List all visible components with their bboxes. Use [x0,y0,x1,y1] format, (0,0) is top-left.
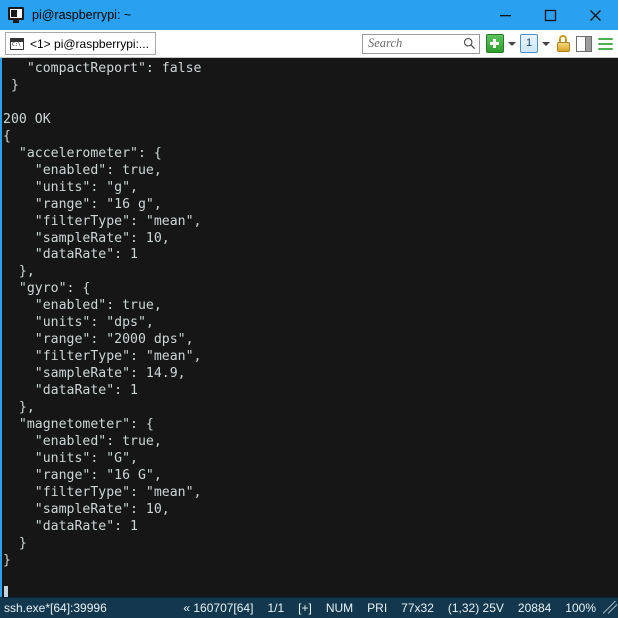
terminal-line: "range": "16 G", [3,467,162,483]
terminal-line: } [3,552,11,568]
chevron-down-icon [508,41,516,46]
split-panel-icon [576,35,592,52]
terminal-line: "filterType": "mean", [3,349,202,365]
close-icon [590,9,601,21]
console-icon [10,37,24,50]
status-cell[interactable]: 100% [558,598,603,618]
terminal-line: "units": "g", [3,179,138,195]
padlock-icon [556,35,571,52]
window-controls [483,0,618,30]
tab-console-1[interactable]: <1> pi@raspberrypi:... [5,32,156,55]
terminal-line: "units": "dps", [3,315,154,331]
status-cell[interactable]: PRI [360,598,394,618]
menu-button[interactable] [596,35,614,53]
conemu-window: pi@raspberrypi: ~ <1> pi@raspberr [0,0,618,618]
tab-bar: <1> pi@raspberrypi:... 1 [0,30,618,58]
search-icon[interactable] [463,37,476,50]
minimize-button[interactable] [483,0,528,30]
toolbar: 1 [362,30,614,57]
maximize-icon [544,9,557,21]
terminal-line: } [3,535,27,551]
terminal-output[interactable]: "compactReport": false } 200 OK{ "accele… [2,58,618,597]
status-bar: ssh.exe*[64]:39996 « 160707[64] 1/1 [+] NUM… [0,597,618,618]
status-cell[interactable]: « 160707[64] [176,598,260,618]
terminal-line: "enabled": true, [3,298,162,314]
terminal-line: "sampleRate": 14.9, [3,366,186,382]
terminal-line: "sampleRate": 10, [3,230,170,246]
new-console-button[interactable] [486,34,504,53]
terminal-line: "compactReport": false [3,61,202,76]
tab-label: <1> pi@raspberrypi:... [30,36,149,51]
status-cell[interactable]: 77x32 [394,598,441,618]
terminal-line: }, [3,264,35,280]
console-tile-icon: 1 [520,34,538,53]
terminal-line: } [3,77,19,93]
status-cell[interactable]: NUM [319,598,360,618]
terminal-line: 200 OK [3,111,51,127]
lock-button[interactable] [554,35,572,53]
terminal-cursor [4,586,8,597]
status-cell[interactable]: (1,32) 25V [441,598,511,618]
status-cell[interactable]: [+] [291,598,319,618]
resize-grip-icon[interactable] [603,601,617,615]
terminal-line: "units": "G", [3,450,138,466]
search-input[interactable] [368,36,463,51]
terminal-frame: "compactReport": false } 200 OK{ "accele… [0,58,618,597]
status-cells: « 160707[64] 1/1 [+] NUM PRI 77x32 (1,32) 25V 2… [176,598,603,618]
maximize-button[interactable] [528,0,573,30]
close-button[interactable] [573,0,618,30]
terminal-line: "sampleRate": 10, [3,501,170,517]
terminal-line: "gyro": { [3,281,91,297]
window-title: pi@raspberrypi: ~ [32,8,132,22]
conemu-monitor-icon [8,7,24,23]
terminal-line: "range": "2000 dps", [3,332,194,348]
title-bar[interactable]: pi@raspberrypi: ~ [0,0,618,30]
minimize-icon [500,14,511,16]
terminal-line: { [3,128,11,144]
active-console-button[interactable]: 1 [520,34,538,53]
new-console-dropdown[interactable] [507,36,517,52]
terminal-line: "dataRate": 1 [3,518,138,534]
chevron-down-icon [542,41,550,46]
terminal-line: }, [3,400,35,416]
search-box[interactable] [362,33,480,54]
status-cell[interactable]: 1/1 [260,598,291,618]
split-panel-button[interactable] [575,35,593,53]
terminal-line: "dataRate": 1 [3,247,138,263]
terminal-line: "filterType": "mean", [3,213,202,229]
terminal-line: "enabled": true, [3,162,162,178]
terminal-line: "magnetometer": { [3,417,154,433]
status-process: ssh.exe*[64]:39996 [4,601,107,615]
plus-icon [486,34,504,53]
terminal-line: "range": "16 g", [3,196,162,212]
terminal-line: "filterType": "mean", [3,484,202,500]
hamburger-menu-icon [597,36,614,52]
active-console-dropdown[interactable] [541,36,551,52]
terminal-line: "dataRate": 1 [3,383,138,399]
status-cell[interactable]: 20884 [511,598,558,618]
terminal-line: "enabled": true, [3,433,162,449]
terminal-line: "accelerometer": { [3,145,162,161]
